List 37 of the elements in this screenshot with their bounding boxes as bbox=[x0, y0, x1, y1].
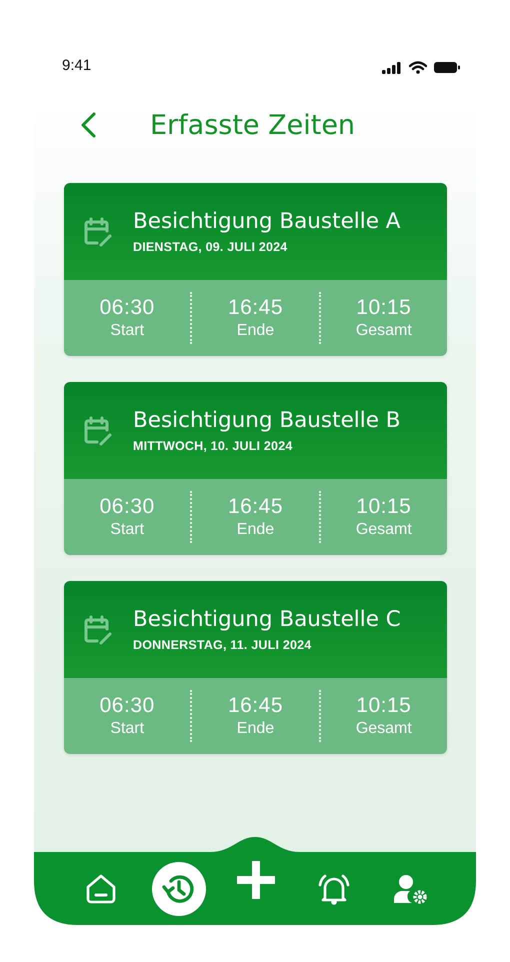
time-value: 16:45 bbox=[228, 694, 284, 718]
calendar-edit-icon bbox=[83, 614, 113, 646]
time-value: 06:30 bbox=[100, 495, 155, 519]
time-label: Gesamt bbox=[356, 521, 412, 539]
status-time: 9:41 bbox=[62, 57, 92, 74]
bell-icon bbox=[316, 872, 352, 906]
time-label: Ende bbox=[236, 720, 274, 738]
back-icon[interactable] bbox=[80, 112, 96, 138]
signal-icon bbox=[382, 62, 402, 74]
time-label: Start bbox=[110, 521, 144, 539]
time-label: Gesamt bbox=[356, 322, 412, 340]
plus-icon bbox=[235, 858, 277, 900]
user-settings-icon bbox=[393, 872, 429, 904]
calendar-edit-icon bbox=[83, 216, 113, 248]
time-label: Start bbox=[110, 720, 144, 738]
entry-title: Besichtigung Baustelle C bbox=[133, 607, 401, 632]
time-value: 16:45 bbox=[228, 296, 284, 320]
home-icon bbox=[84, 872, 118, 906]
time-label: Ende bbox=[236, 322, 274, 340]
time-value: 10:15 bbox=[356, 694, 412, 718]
wifi-icon bbox=[409, 61, 427, 74]
page-title: Erfasste Zeiten bbox=[150, 110, 356, 140]
entry-date: DONNERSTAG, 11. JULI 2024 bbox=[133, 638, 312, 652]
entry-title: Besichtigung Baustelle A bbox=[133, 209, 401, 234]
time-value: 06:30 bbox=[100, 694, 155, 718]
time-value: 06:30 bbox=[100, 296, 155, 320]
time-label: Start bbox=[110, 322, 144, 340]
time-label: Ende bbox=[236, 521, 274, 539]
time-value: 10:15 bbox=[356, 495, 412, 519]
time-value: 10:15 bbox=[356, 296, 412, 320]
entry-date: MITTWOCH, 10. JULI 2024 bbox=[133, 439, 294, 453]
calendar-edit-icon bbox=[83, 414, 113, 446]
time-value: 16:45 bbox=[228, 495, 284, 519]
time-label: Gesamt bbox=[356, 720, 412, 738]
entry-date: DIENSTAG, 09. JULI 2024 bbox=[133, 240, 288, 254]
battery-icon bbox=[434, 62, 460, 73]
entry-title: Besichtigung Baustelle B bbox=[133, 408, 401, 433]
